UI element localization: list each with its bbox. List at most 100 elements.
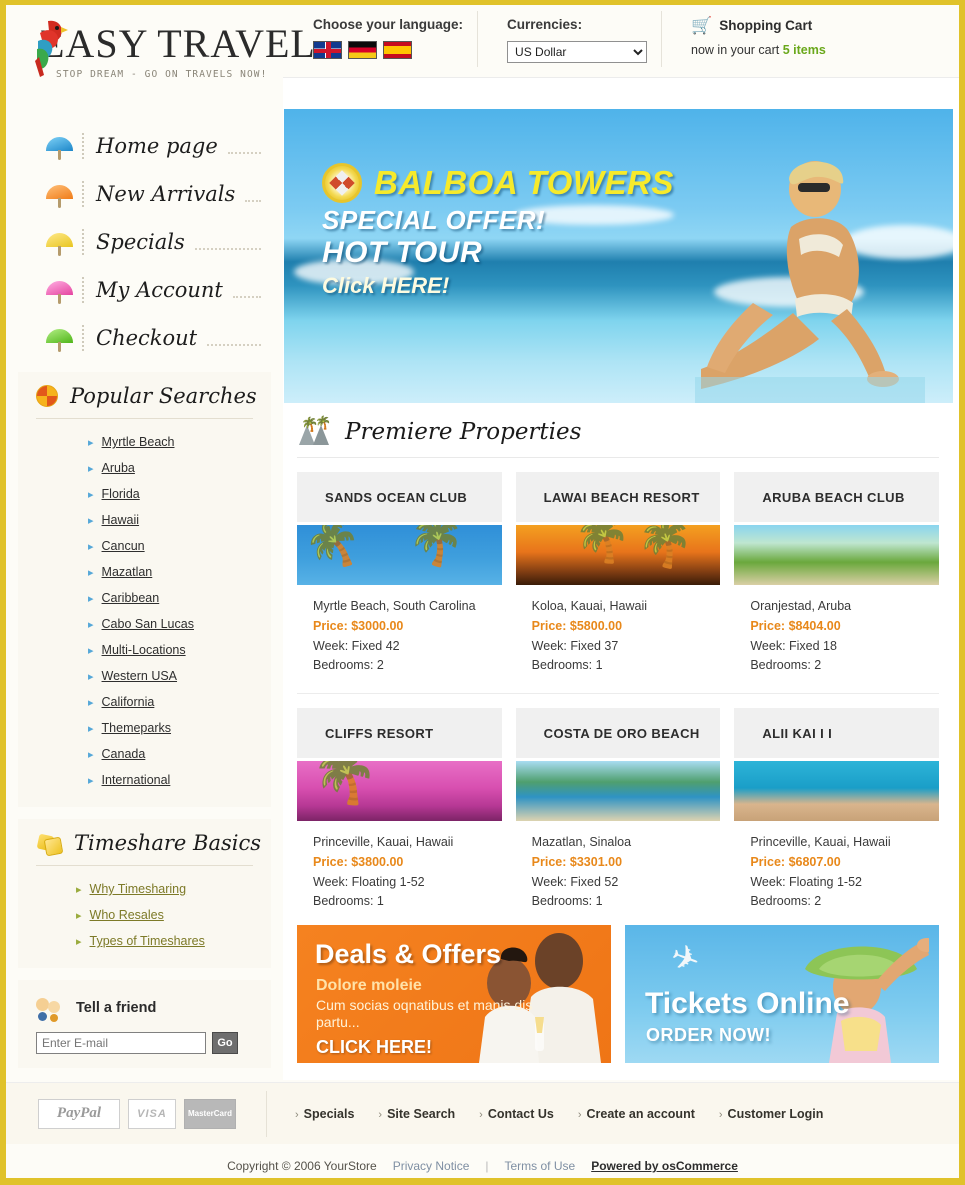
footer-link-create-account[interactable]: › Create an account xyxy=(578,1107,695,1121)
popular-search-link[interactable]: Canada xyxy=(102,747,146,761)
timeshare-link[interactable]: Why Timesharing xyxy=(90,882,187,896)
popular-search-link[interactable]: Myrtle Beach xyxy=(102,435,175,449)
popular-search-link[interactable]: Aruba xyxy=(102,461,135,475)
sidebar-item-home-page[interactable]: Home page xyxy=(6,122,283,170)
price-label: Price: xyxy=(531,855,567,869)
chevron-right-icon: ▸ xyxy=(88,722,94,735)
umbrella-pink-icon xyxy=(46,279,76,304)
sidebar-item-specials[interactable]: Specials xyxy=(6,218,283,266)
section-divider xyxy=(297,457,939,458)
property-card-header: COSTA DE ORO BEACH xyxy=(515,708,721,758)
timeshare-basics-header: Timeshare Basics xyxy=(18,831,271,865)
property-card[interactable]: LAWAI BEACH RESORT 🌴 🌴 Koloa, Kauai, Haw… xyxy=(515,472,721,677)
property-location: Princeville, Kauai, Hawaii xyxy=(313,835,454,849)
hero-banner[interactable]: BALBOA TOWERS SPECIAL OFFER! HOT TOUR Cl… xyxy=(284,109,953,403)
list-item[interactable]: ▸ Caribbean xyxy=(88,585,271,611)
popular-search-link[interactable]: Western USA xyxy=(102,669,178,683)
flag-uk-icon[interactable] xyxy=(313,41,342,59)
chevron-right-icon: ▸ xyxy=(88,514,94,527)
list-item[interactable]: ▸ Who Resales xyxy=(76,902,271,928)
powered-by-link[interactable]: Powered by osCommerce xyxy=(591,1159,738,1173)
property-card[interactable]: SANDS OCEAN CLUB 🌴 🌴 Myrtle Beach, South… xyxy=(297,472,502,677)
topbar: Choose your language: Currencies: US Dol… xyxy=(283,5,959,78)
list-item[interactable]: ▸ Mazatlan xyxy=(88,559,271,585)
copyright-text: Copyright © 2006 YourStore xyxy=(227,1159,377,1173)
list-item[interactable]: ▸ Aruba xyxy=(88,455,271,481)
list-item[interactable]: ▸ Western USA xyxy=(88,663,271,689)
list-item[interactable]: ▸ Cancun xyxy=(88,533,271,559)
hero-cta[interactable]: Click HERE! xyxy=(322,273,674,299)
list-item[interactable]: ▸ Themeparks xyxy=(88,715,271,741)
list-item[interactable]: ▸ Multi-Locations xyxy=(88,637,271,663)
popular-searches-list: ▸ Myrtle Beach ▸ Aruba ▸ Florida ▸ Hawaii ▸ C… xyxy=(18,429,271,793)
property-location: Princeville, Kauai, Hawaii xyxy=(750,835,891,849)
list-item[interactable]: ▸ International xyxy=(88,767,271,793)
list-item[interactable]: ▸ Myrtle Beach xyxy=(88,429,271,455)
footer-link-contact-us[interactable]: › Contact Us xyxy=(479,1107,554,1121)
go-button[interactable]: Go xyxy=(212,1032,238,1054)
footer-link-specials[interactable]: › Specials xyxy=(295,1107,354,1121)
footer-link-site-search[interactable]: › Site Search xyxy=(378,1107,455,1121)
property-bedrooms: Bedrooms: 1 xyxy=(531,658,603,672)
property-week: Week: Fixed 52 xyxy=(531,875,619,889)
property-card[interactable]: ARUBA BEACH CLUB Oranjestad, Aruba Price… xyxy=(734,472,940,677)
popular-search-link[interactable]: Themeparks xyxy=(102,721,171,735)
property-location: Myrtle Beach, South Carolina xyxy=(313,599,476,613)
popular-search-link[interactable]: Multi-Locations xyxy=(102,643,186,657)
nav-dash xyxy=(194,248,261,250)
list-item[interactable]: ▸ Cabo San Lucas xyxy=(88,611,271,637)
privacy-notice-link[interactable]: Privacy Notice xyxy=(393,1159,470,1173)
popular-search-link[interactable]: California xyxy=(102,695,155,709)
list-item[interactable]: ▸ Florida xyxy=(88,481,271,507)
property-name: ALII KAI I I xyxy=(762,725,833,741)
popular-search-link[interactable]: Florida xyxy=(102,487,140,501)
terms-of-use-link[interactable]: Terms of Use xyxy=(505,1159,576,1173)
compass-icon xyxy=(322,163,362,203)
list-item[interactable]: ▸ Hawaii xyxy=(88,507,271,533)
hero-headline: HOT TOUR xyxy=(322,236,483,269)
deals-cta[interactable]: CLICK HERE! xyxy=(316,1037,432,1058)
flag-es-icon[interactable] xyxy=(383,41,412,59)
shopping-cart-icon: 🛒 xyxy=(691,16,713,35)
popular-search-link[interactable]: Cabo San Lucas xyxy=(102,617,194,631)
popular-search-link[interactable]: Mazatlan xyxy=(102,565,153,579)
popular-search-link[interactable]: Cancun xyxy=(102,539,145,553)
deals-and-offers-banner[interactable]: Deals & Offers Dolore moleie Cum socias … xyxy=(297,925,611,1063)
cart-header[interactable]: 🛒 Shopping Cart xyxy=(691,17,826,34)
property-price: $8404.00 xyxy=(788,619,841,633)
footer-link-customer-login[interactable]: › Customer Login xyxy=(719,1107,824,1121)
language-label: Choose your language: xyxy=(313,17,464,32)
chevron-right-icon: ▸ xyxy=(88,774,94,787)
list-item[interactable]: ▸ California xyxy=(88,689,271,715)
popular-search-link[interactable]: International xyxy=(102,773,171,787)
price-label: Price: xyxy=(531,619,567,633)
sidebar-item-checkout[interactable]: Checkout xyxy=(6,314,283,362)
email-field[interactable] xyxy=(36,1032,206,1054)
deals-body: Cum socias oqnatibus et manis dis partu.… xyxy=(316,997,533,1030)
deals-title: Deals & Offers xyxy=(315,939,502,969)
sidebar-item-new-arrivals[interactable]: New Arrivals xyxy=(6,170,283,218)
sidebar-item-my-account[interactable]: My Account xyxy=(6,266,283,314)
property-grid-row-1: SANDS OCEAN CLUB 🌴 🌴 Myrtle Beach, South… xyxy=(283,472,959,677)
property-card[interactable]: ALII KAI I I Princeville, Kauai, Hawaii … xyxy=(734,708,940,913)
timeshare-link[interactable]: Who Resales xyxy=(90,908,164,922)
currency-dropdown[interactable]: US Dollar xyxy=(507,41,648,63)
property-bedrooms: Bedrooms: 1 xyxy=(531,894,603,908)
hero-title-row: BALBOA TOWERS xyxy=(322,163,674,203)
sidebar: Home page New Arrivals Specials My Accou… xyxy=(6,108,283,1080)
property-name: COSTA DE ORO BEACH xyxy=(543,725,700,741)
tickets-online-banner[interactable]: ✈ Tickets Online ORDER NOW! xyxy=(625,925,939,1063)
property-card[interactable]: COSTA DE ORO BEACH Mazatlan, Sinaloa Pri… xyxy=(515,708,721,913)
timeshare-link[interactable]: Types of Timeshares xyxy=(90,934,205,948)
popular-searches-panel: Popular Searches ▸ Myrtle Beach ▸ Aruba ▸ F… xyxy=(18,372,271,807)
list-item[interactable]: ▸ Why Timesharing xyxy=(76,876,271,902)
tickets-cta[interactable]: ORDER NOW! xyxy=(646,1025,771,1046)
popular-search-link[interactable]: Hawaii xyxy=(102,513,140,527)
property-card[interactable]: CLIFFS RESORT 🌴 Princeville, Kauai, Hawa… xyxy=(297,708,502,913)
site-logo[interactable]: EASY TRAVEL STOP DREAM - GO ON TRAVELS N… xyxy=(6,5,315,108)
footer-top: PayPal VISA MasterCard › Specials › Site S… xyxy=(6,1082,959,1144)
popular-search-link[interactable]: Caribbean xyxy=(102,591,160,605)
list-item[interactable]: ▸ Types of Timeshares xyxy=(76,928,271,954)
flag-de-icon[interactable] xyxy=(348,41,377,59)
list-item[interactable]: ▸ Canada xyxy=(88,741,271,767)
